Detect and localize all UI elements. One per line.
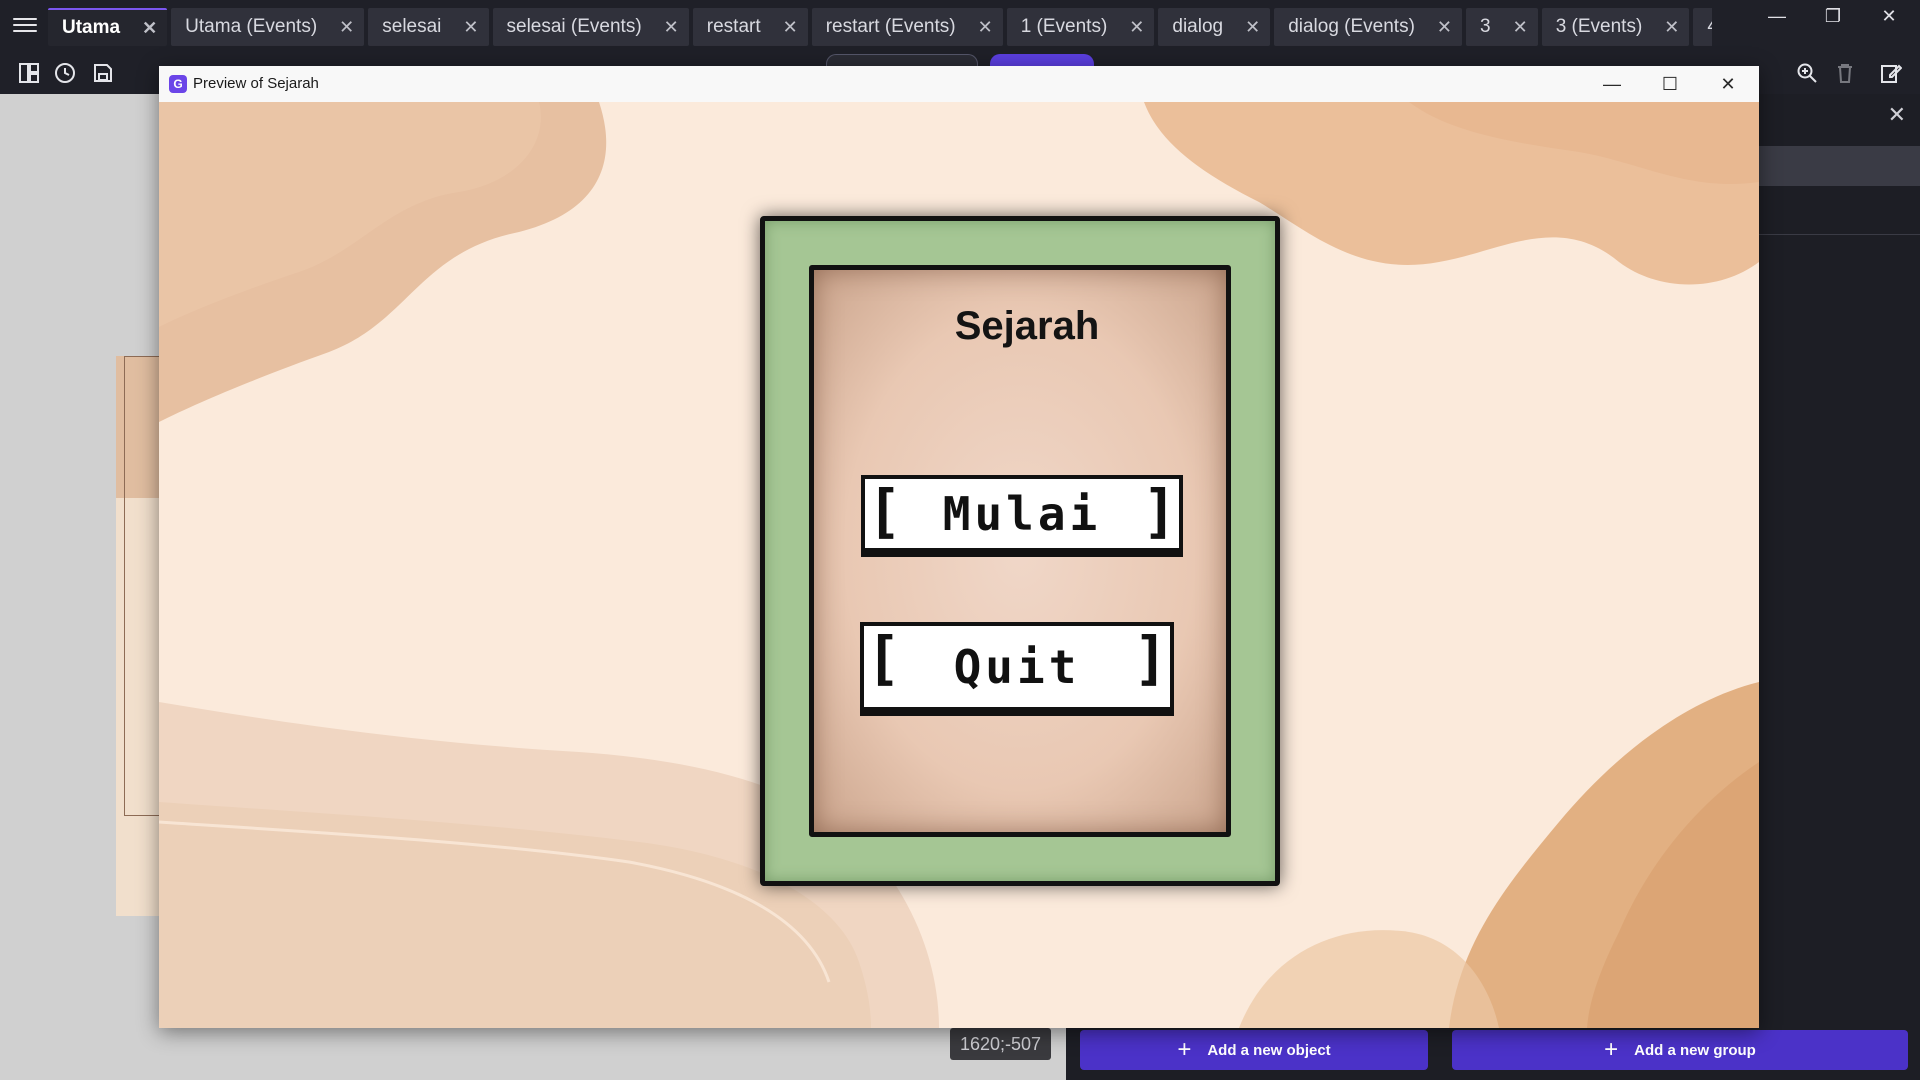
tab-close-icon[interactable]: ✕ bbox=[783, 17, 798, 38]
tab-bar: Utama ✕ Utama (Events) ✕ selesai ✕ selesai (Ev… bbox=[0, 0, 1920, 54]
tab-close-icon[interactable]: ✕ bbox=[1664, 17, 1679, 38]
tab-label: dialog bbox=[1172, 16, 1224, 37]
tab-close-icon[interactable]: ✕ bbox=[339, 17, 354, 38]
tab-label: 3 (Events) bbox=[1555, 16, 1643, 37]
tab-restart-events[interactable]: restart (Events) ✕ bbox=[811, 8, 1003, 46]
add-new-object-label: Add a new object bbox=[1207, 1041, 1331, 1059]
tab-close-icon[interactable]: ✕ bbox=[1513, 17, 1528, 38]
tab-label: 1 (Events) bbox=[1020, 16, 1108, 37]
game-title: Sejarah bbox=[954, 304, 1100, 348]
tab-close-icon[interactable]: ✕ bbox=[142, 18, 157, 39]
tab-dialog[interactable]: dialog ✕ bbox=[1158, 8, 1271, 46]
plus-icon: + bbox=[1604, 1036, 1619, 1063]
hamburger-menu-icon[interactable] bbox=[12, 14, 38, 40]
tab-label: 3 bbox=[1480, 16, 1491, 37]
divider bbox=[1746, 234, 1920, 235]
app-close-button[interactable]: ✕ bbox=[1866, 2, 1912, 30]
add-new-object-button[interactable]: + Add a new object bbox=[1080, 1030, 1428, 1070]
preview-minimize-button[interactable]: — bbox=[1589, 70, 1635, 98]
tab-dialog-events[interactable]: dialog (Events) ✕ bbox=[1274, 8, 1463, 46]
tab-restart[interactable]: restart ✕ bbox=[692, 8, 808, 46]
preview-window: G Preview of Sejarah — ☐ ✕ Sejarah [ Mul… bbox=[159, 66, 1759, 1028]
preview-close-button[interactable]: ✕ bbox=[1705, 70, 1751, 98]
start-button-label: Mulai bbox=[942, 486, 1102, 541]
tab-label: dialog (Events) bbox=[1288, 16, 1415, 37]
left-bracket: [ bbox=[867, 477, 902, 545]
close-icon[interactable]: ✕ bbox=[1888, 102, 1906, 128]
objects-search-input[interactable] bbox=[1746, 146, 1920, 186]
edit-icon[interactable] bbox=[1876, 58, 1906, 88]
tab-utama[interactable]: Utama ✕ bbox=[48, 8, 168, 46]
tab-label: 4 (Events) bbox=[1707, 16, 1712, 38]
add-new-group-button[interactable]: + Add a new group bbox=[1452, 1030, 1908, 1070]
start-button[interactable]: [ Mulai ] bbox=[861, 475, 1183, 557]
tab-label: selesai (Events) bbox=[506, 16, 642, 37]
scene-tabs: Utama ✕ Utama (Events) ✕ selesai ✕ selesai (Ev… bbox=[48, 8, 1712, 46]
tab-4-events[interactable]: 4 (Events) bbox=[1693, 8, 1712, 46]
app-minimize-button[interactable]: — bbox=[1754, 2, 1800, 30]
tab-close-icon[interactable]: ✕ bbox=[664, 17, 679, 38]
app-restore-button[interactable]: ❐ bbox=[1810, 2, 1856, 30]
tab-selesai-events[interactable]: selesai (Events) ✕ bbox=[492, 8, 689, 46]
quit-button[interactable]: [ Quit ] bbox=[860, 622, 1174, 716]
tab-1-events[interactable]: 1 (Events) ✕ bbox=[1006, 8, 1155, 46]
menu-panel: Sejarah [ Mulai ] [ Quit ] bbox=[809, 265, 1231, 837]
preview-window-title: Preview of Sejarah bbox=[193, 75, 319, 92]
tab-label: Utama (Events) bbox=[185, 16, 318, 37]
tab-label: Utama bbox=[62, 17, 121, 38]
add-new-group-label: Add a new group bbox=[1634, 1041, 1756, 1059]
quit-button-label: Quit bbox=[953, 639, 1081, 694]
plus-icon: + bbox=[1177, 1036, 1192, 1063]
tab-utama-events[interactable]: Utama (Events) ✕ bbox=[171, 8, 365, 46]
tab-3[interactable]: 3 ✕ bbox=[1466, 8, 1538, 46]
save-icon[interactable] bbox=[88, 58, 118, 88]
gdevelop-app-icon: G bbox=[169, 75, 187, 93]
tab-label: restart (Events) bbox=[825, 16, 956, 37]
preview-titlebar[interactable]: G Preview of Sejarah — ☐ ✕ bbox=[159, 66, 1759, 102]
tab-close-icon[interactable]: ✕ bbox=[463, 17, 478, 38]
tab-selesai[interactable]: selesai ✕ bbox=[368, 8, 489, 46]
right-bracket: ] bbox=[1142, 477, 1177, 545]
tab-close-icon[interactable]: ✕ bbox=[1437, 17, 1452, 38]
tab-label: restart bbox=[706, 16, 761, 37]
tab-close-icon[interactable]: ✕ bbox=[978, 17, 993, 38]
trash-icon[interactable] bbox=[1830, 58, 1860, 88]
left-bracket: [ bbox=[866, 624, 901, 692]
layout-panels-icon[interactable] bbox=[14, 58, 44, 88]
history-icon[interactable] bbox=[50, 58, 80, 88]
menu-frame: Sejarah [ Mulai ] [ Quit ] bbox=[760, 216, 1280, 886]
zoom-in-icon[interactable] bbox=[1792, 58, 1822, 88]
tab-close-icon[interactable]: ✕ bbox=[1245, 17, 1260, 38]
tab-3-events[interactable]: 3 (Events) ✕ bbox=[1541, 8, 1690, 46]
tab-label: selesai bbox=[382, 16, 442, 37]
preview-maximize-button[interactable]: ☐ bbox=[1647, 70, 1693, 98]
game-scene[interactable]: Sejarah [ Mulai ] [ Quit ] bbox=[159, 102, 1759, 1028]
tab-close-icon[interactable]: ✕ bbox=[1129, 17, 1144, 38]
right-bracket: ] bbox=[1133, 624, 1168, 692]
cursor-coordinates: 1620;-507 bbox=[950, 1028, 1052, 1060]
